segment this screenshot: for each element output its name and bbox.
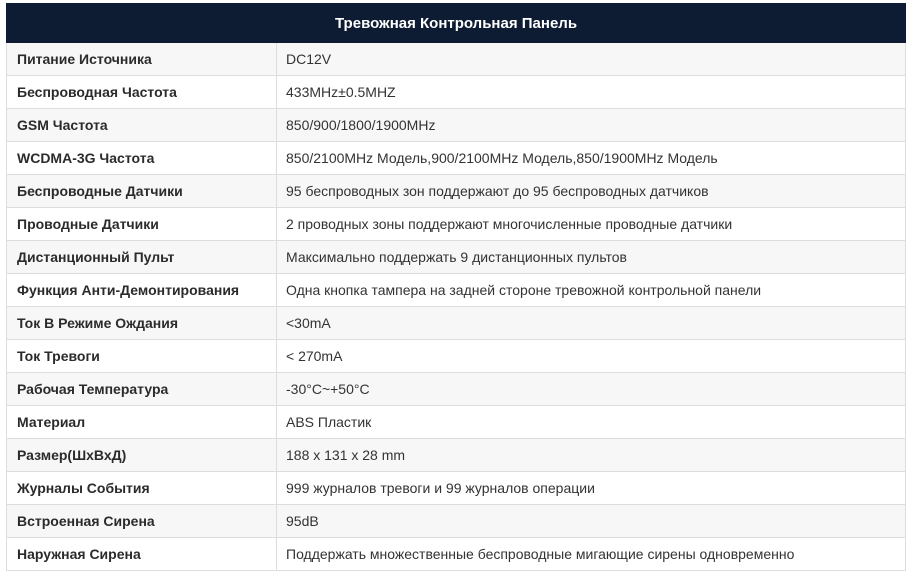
spec-label: GSM Частота [6, 108, 277, 142]
spec-value: 188 x 131 x 28 mm [276, 438, 907, 472]
spec-label: Функция Анти-Демонтирования [6, 273, 277, 307]
table-row: Встроенная Сирена 95dB [6, 504, 907, 538]
table-row: Ток Тревоги < 270mA [6, 339, 907, 373]
table-row: Размер(ШхВхД) 188 x 131 x 28 mm [6, 438, 907, 472]
table-row: Журналы События 999 журналов тревоги и 99… [6, 471, 907, 505]
table-row: Функция Анти-Демонтирования Одна кнопка т… [6, 273, 907, 307]
table-row: Ток В Режиме Ождания <30mA [6, 306, 907, 340]
spec-value: 850/2100MHz Модель,900/2100MHz Модель,85… [276, 141, 907, 175]
spec-value: Максимально поддержать 9 дистанционных п… [276, 240, 907, 274]
spec-value: <30mA [276, 306, 907, 340]
table-row: Беспроводная Частота 433MHz±0.5MHZ [6, 75, 907, 109]
spec-label: Размер(ШхВхД) [6, 438, 277, 472]
spec-label: Проводные Датчики [6, 207, 277, 241]
spec-value: Одна кнопка тампера на задней стороне тр… [276, 273, 907, 307]
table-row: Наружная Сирена Поддержать множественные … [6, 537, 907, 571]
spec-label: Беспроводная Частота [6, 75, 277, 109]
spec-value: 850/900/1800/1900MHz [276, 108, 907, 142]
spec-value: 999 журналов тревоги и 99 журналов опера… [276, 471, 907, 505]
table-row: WCDMA-3G Частота 850/2100MHz Модель,900/2… [6, 141, 907, 175]
spec-value: -30°C~+50°C [276, 372, 907, 406]
spec-value: 95dB [276, 504, 907, 538]
spec-label: Ток В Режиме Ождания [6, 306, 277, 340]
spec-value: 433MHz±0.5MHZ [276, 75, 907, 109]
table-row: GSM Частота 850/900/1800/1900MHz [6, 108, 907, 142]
table-body: Питание Источника DC12V Беспроводная Часто… [6, 42, 907, 571]
table-title: Тревожная Контрольная Панель [5, 3, 907, 43]
table-header-row: Тревожная Контрольная Панель [5, 3, 907, 43]
spec-value: Поддержать множественные беспроводные ми… [276, 537, 907, 571]
table-row: Проводные Датчики 2 проводных зоны поддер… [6, 207, 907, 241]
table-row: Материал ABS Пластик [6, 405, 907, 439]
spec-label: Журналы События [6, 471, 277, 505]
spec-label: Наружная Сирена [6, 537, 277, 571]
table-row: Беспроводные Датчики 95 беспроводных зон … [6, 174, 907, 208]
spec-value: 95 беспроводных зон поддержают до 95 бес… [276, 174, 907, 208]
spec-label: Ток Тревоги [6, 339, 277, 373]
spec-value: 2 проводных зоны поддержают многочисленн… [276, 207, 907, 241]
table-row: Питание Источника DC12V [6, 42, 907, 76]
spec-value: ABS Пластик [276, 405, 907, 439]
spec-value: < 270mA [276, 339, 907, 373]
table-row: Дистанционный Пульт Максимально поддержат… [6, 240, 907, 274]
table-header: Тревожная Контрольная Панель [5, 3, 907, 43]
spec-value: DC12V [276, 42, 907, 76]
spec-label: Материал [6, 405, 277, 439]
spec-label: Рабочая Температура [6, 372, 277, 406]
spec-table: Тревожная Контрольная Панель Питание Ист… [5, 3, 907, 571]
spec-label: Питание Источника [6, 42, 277, 76]
spec-label: Дистанционный Пульт [6, 240, 277, 274]
table-row: Рабочая Температура -30°C~+50°C [6, 372, 907, 406]
spec-label: WCDMA-3G Частота [6, 141, 277, 175]
spec-label: Беспроводные Датчики [6, 174, 277, 208]
spec-label: Встроенная Сирена [6, 504, 277, 538]
